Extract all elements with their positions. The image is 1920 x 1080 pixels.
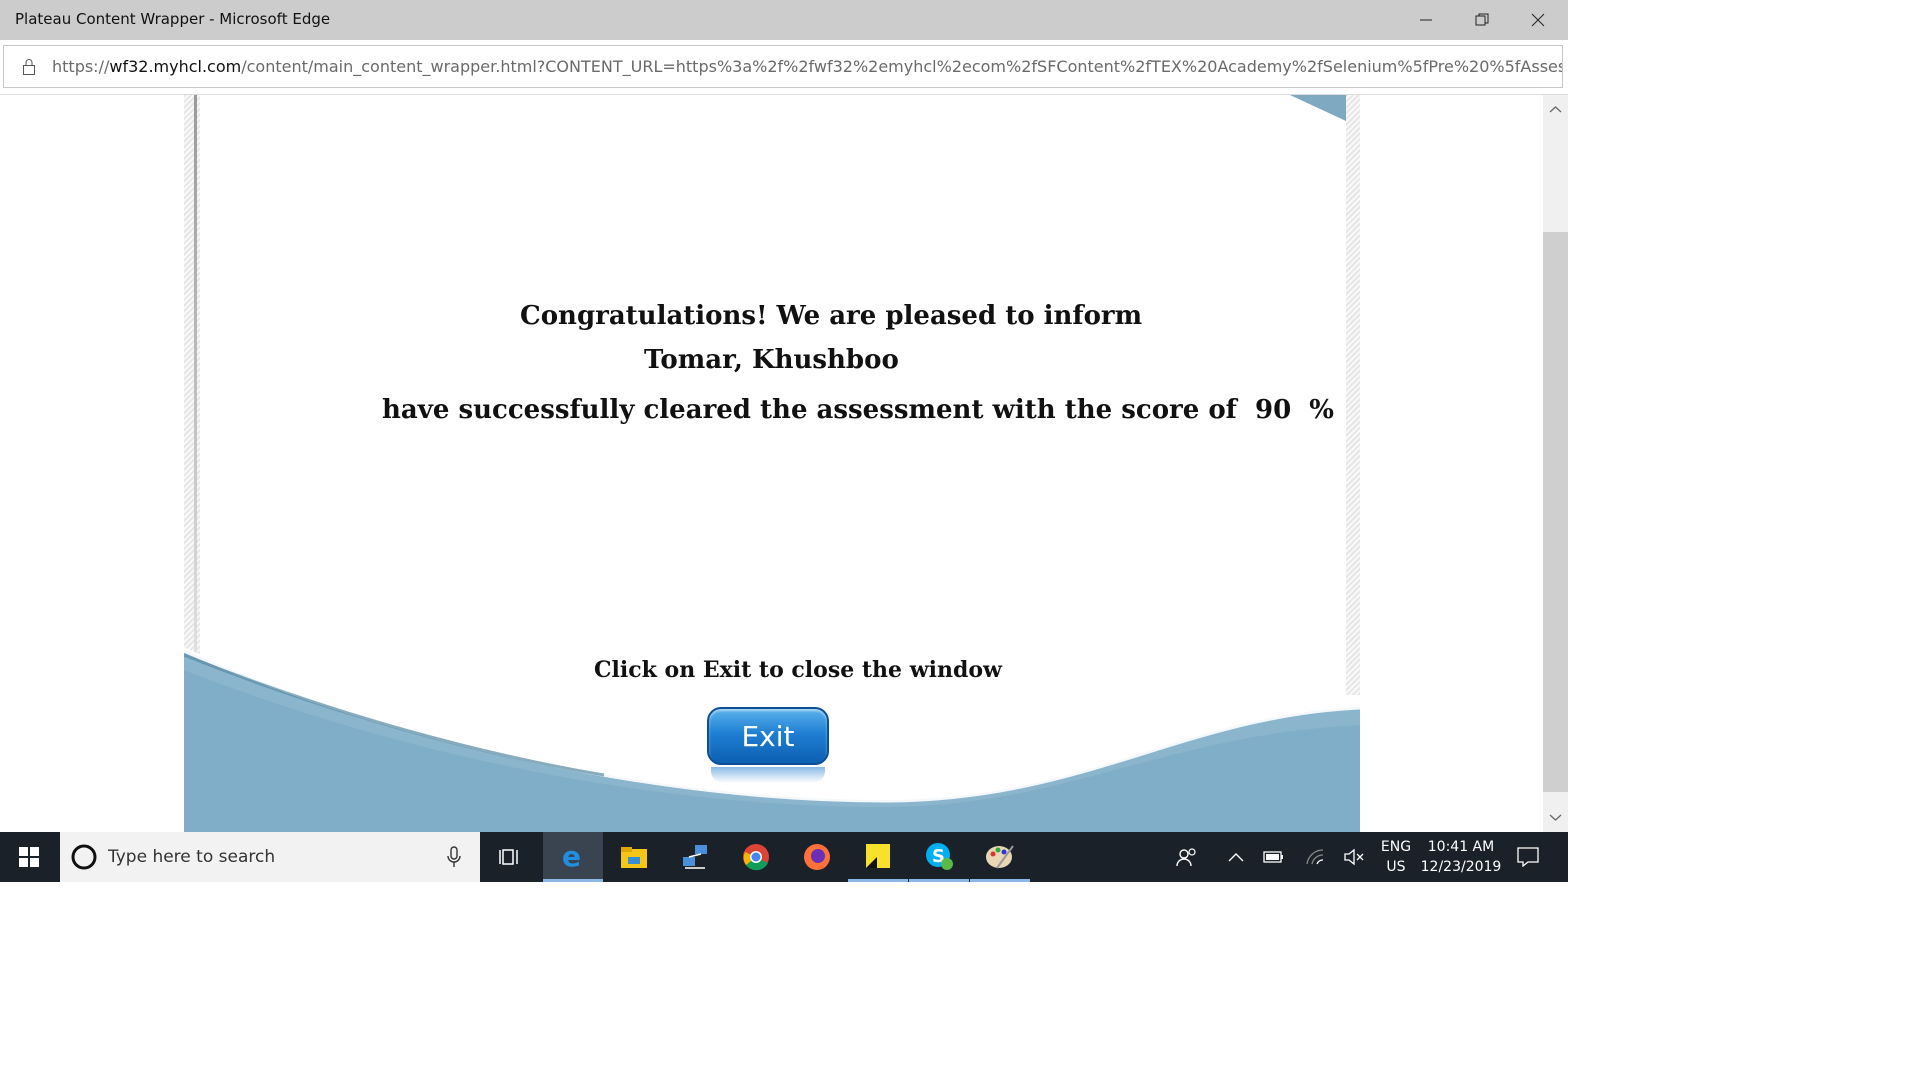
svg-text:e: e xyxy=(562,842,581,870)
minimize-button[interactable] xyxy=(1398,0,1454,40)
restore-button[interactable] xyxy=(1454,0,1510,40)
cortana-icon xyxy=(71,844,97,870)
taskbar-skype[interactable]: S xyxy=(909,832,969,882)
exit-button[interactable]: Exit xyxy=(707,707,829,765)
edge-icon: e xyxy=(562,842,581,870)
notification-icon xyxy=(1517,847,1539,867)
battery-button[interactable] xyxy=(1252,832,1296,882)
windows-icon xyxy=(19,847,39,867)
score-value: 90 xyxy=(1254,395,1292,425)
page-viewport: Congratulations! We are pleased to infor… xyxy=(0,95,1543,832)
window-title: Plateau Content Wrapper - Microsoft Edge xyxy=(15,10,331,28)
taskbar-firefox[interactable] xyxy=(787,832,847,882)
language-code: ENG xyxy=(1380,839,1412,855)
vertical-scrollbar[interactable] xyxy=(1543,95,1568,832)
microphone-icon[interactable] xyxy=(447,846,461,868)
url-prefix: https:// xyxy=(52,57,110,76)
search-placeholder: Type here to search xyxy=(108,847,276,867)
lock-icon xyxy=(23,59,35,75)
scroll-up-icon[interactable] xyxy=(1543,99,1568,119)
taskbar-chrome[interactable] xyxy=(726,832,786,882)
scrollbar-thumb[interactable] xyxy=(1543,232,1568,792)
wifi-icon xyxy=(1306,849,1324,865)
people-button[interactable] xyxy=(1160,832,1214,882)
keyboard-layout: US xyxy=(1386,859,1406,875)
close-button[interactable] xyxy=(1510,0,1566,40)
task-view-icon xyxy=(499,849,518,865)
address-field[interactable]: https://wf32.myhcl.com/content/main_cont… xyxy=(3,45,1563,88)
skype-icon: S xyxy=(926,842,953,870)
exit-button-reflection xyxy=(711,767,825,783)
close-icon xyxy=(1531,13,1545,27)
battery-icon xyxy=(1263,851,1283,863)
clock-time: 10:41 AM xyxy=(1427,839,1495,855)
clock-date: 12/23/2019 xyxy=(1420,859,1502,875)
task-view-button[interactable] xyxy=(480,832,540,882)
action-center-button[interactable] xyxy=(1505,832,1551,882)
window-title-bar: Plateau Content Wrapper - Microsoft Edge xyxy=(0,0,1568,40)
network-app-icon xyxy=(683,845,707,869)
clock[interactable]: 10:41 AM 12/23/2019 xyxy=(1418,839,1504,875)
url-text[interactable]: https://wf32.myhcl.com/content/main_cont… xyxy=(52,57,1562,76)
result-line: have successfully cleared the assessment… xyxy=(382,395,1334,425)
taskbar: Type here to search e S ENG US 10:41 AM … xyxy=(0,832,1568,882)
address-bar-area: https://wf32.myhcl.com/content/main_cont… xyxy=(0,40,1568,95)
taskbar-sticky-notes[interactable] xyxy=(848,832,908,882)
url-path: /content/main_content_wrapper.html?CONTE… xyxy=(241,57,1562,76)
minimize-icon xyxy=(1420,19,1432,21)
percent-sign: % xyxy=(1309,395,1334,425)
people-icon xyxy=(1176,848,1196,867)
chevron-up-icon xyxy=(1228,853,1244,862)
candidate-name: Tomar, Khushboo xyxy=(644,345,899,375)
language-indicator[interactable]: ENG US xyxy=(1376,839,1416,875)
content-frame: Congratulations! We are pleased to infor… xyxy=(184,95,1360,832)
taskbar-search-box[interactable]: Type here to search xyxy=(60,832,480,882)
scroll-down-icon[interactable] xyxy=(1543,808,1568,828)
taskbar-edge[interactable]: e xyxy=(543,832,603,882)
exit-instruction: Click on Exit to close the window xyxy=(594,657,1002,683)
file-explorer-icon xyxy=(621,847,647,868)
congrats-line: Congratulations! We are pleased to infor… xyxy=(520,301,1143,331)
result-text: have successfully cleared the assessment… xyxy=(382,395,1237,425)
volume-muted-icon xyxy=(1344,848,1364,866)
sticky-notes-icon xyxy=(866,843,890,868)
url-host: wf32.myhcl.com xyxy=(109,57,242,76)
firefox-icon xyxy=(804,844,830,870)
taskbar-network-app[interactable] xyxy=(665,832,725,882)
restore-icon xyxy=(1475,13,1489,26)
volume-button[interactable] xyxy=(1332,832,1376,882)
start-button[interactable] xyxy=(0,832,58,882)
taskbar-file-explorer[interactable] xyxy=(604,832,664,882)
chrome-icon xyxy=(743,844,769,871)
paint-icon xyxy=(986,844,1014,869)
taskbar-paint[interactable] xyxy=(970,832,1030,882)
